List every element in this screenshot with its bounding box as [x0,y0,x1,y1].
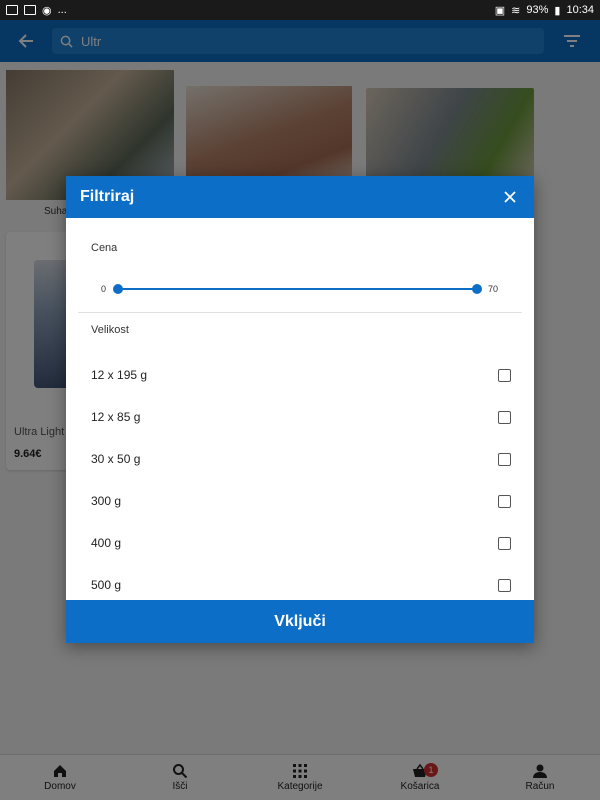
mail-icon [24,5,36,15]
filter-dialog: Filtriraj Cena 0 70 Velikost 12 x 195 g … [66,176,534,643]
size-option-checkbox[interactable] [498,578,511,592]
size-option-row[interactable]: 300 g [91,491,511,511]
price-min-value: 0 [101,284,107,294]
vibrate-icon: ▣ [494,4,506,17]
dialog-body: Cena 0 70 Velikost 12 x 195 g 12 x 85 g … [66,218,534,600]
status-more-dots: ... [57,4,67,16]
battery-icon: ▮ [554,4,561,17]
size-option-checkbox[interactable] [498,494,511,508]
size-option-row[interactable]: 12 x 195 g [91,365,511,385]
size-option-label: 12 x 195 g [91,368,148,382]
size-option-row[interactable]: 400 g [91,533,511,553]
size-option-row[interactable]: 12 x 85 g [91,407,511,427]
size-option-label: 500 g [91,578,122,592]
close-button[interactable] [500,187,520,207]
price-range-track[interactable] [118,288,477,290]
size-section-label: Velikost [91,324,129,336]
price-min-handle[interactable] [113,284,123,294]
size-option-row[interactable]: 30 x 50 g [91,449,511,469]
clock: 10:34 [566,4,594,16]
size-option-label: 30 x 50 g [91,452,141,466]
dialog-header: Filtriraj [66,176,534,218]
size-option-label: 400 g [91,536,122,550]
size-option-label: 12 x 85 g [91,410,141,424]
wifi-icon: ≋ [511,4,521,17]
battery-percent: 93% [526,4,549,16]
price-max-handle[interactable] [472,284,482,294]
size-option-row[interactable]: 500 g [91,575,511,595]
dialog-title: Filtriraj [80,188,135,205]
size-option-label: 300 g [91,494,122,508]
status-bar: ◉ ... ▣ ≋ 93% ▮ 10:34 [0,0,600,20]
close-icon [504,191,516,203]
eye-icon: ◉ [42,4,52,17]
size-option-checkbox[interactable] [498,410,511,424]
price-section-label: Cena [91,242,118,254]
section-divider [78,312,522,313]
size-option-checkbox[interactable] [498,452,511,466]
apply-filter-button[interactable]: Vključi [66,600,534,643]
price-max-value: 70 [488,284,499,294]
gallery-icon [6,5,18,15]
size-option-checkbox[interactable] [498,368,511,382]
size-option-checkbox[interactable] [498,536,511,550]
